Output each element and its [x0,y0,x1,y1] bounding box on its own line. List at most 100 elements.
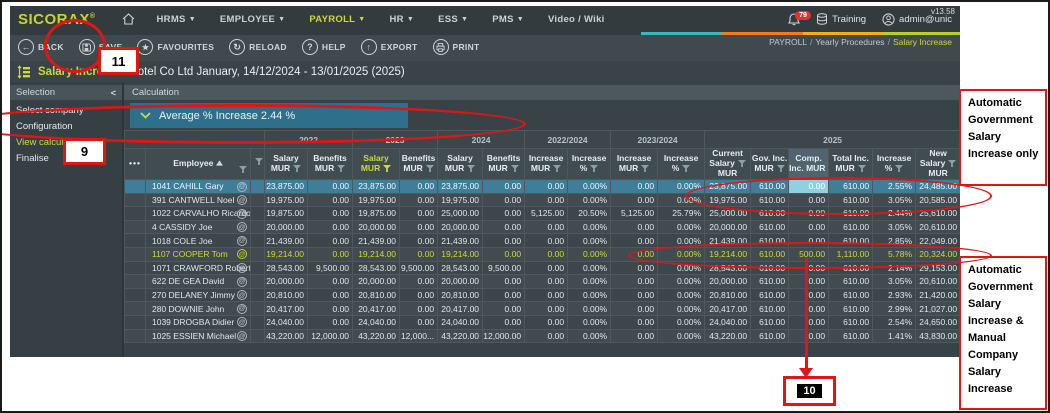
column-header-gov-inc-mur[interactable]: Gov. Inc. MUR [750,148,790,180]
nav-item-ess[interactable]: ESS ▼ [438,14,468,25]
grid-cell[interactable]: 5.78% [872,246,917,262]
reload-button[interactable]: ↻ RELOAD [229,39,287,55]
grid-cell[interactable]: 0.00% [657,328,706,344]
grid-cell[interactable]: 28,543.00 [437,260,484,276]
employee-cell[interactable]: 270 DELANEY Jimmy @ [145,287,251,303]
grid-cell[interactable]: 24,040.00 [437,314,484,330]
grid-cell[interactable]: 0.00 [788,301,830,316]
grid-cell[interactable]: 0.00 [307,233,354,248]
grid-cell[interactable]: 0.00 [610,260,659,276]
nav-item-payroll[interactable]: PAYROLL ▼ [309,14,365,25]
grid-cell[interactable]: 0.00 [524,274,569,289]
grid-cell[interactable]: 24,650.00 [915,314,960,330]
grid-cell[interactable]: 2.14% [872,260,917,276]
grid-cell[interactable]: 3.05% [872,192,917,208]
grid-cell[interactable]: 0.00 [788,328,830,344]
grid-cell[interactable]: 20,417.00 [437,301,484,316]
grid-cell[interactable]: 23,875.00 [704,179,752,194]
grid-cell[interactable]: 610.00 [750,260,790,276]
info-icon[interactable]: @ [237,263,247,274]
sidebar-item-select-company[interactable]: Select company [10,103,122,119]
grid-cell[interactable]: 0.00 [610,233,659,248]
filter-icon[interactable] [737,160,746,168]
back-button[interactable]: ← BACK [18,39,64,55]
grid-cell[interactable]: 0.00 [788,287,830,303]
average-increase-bar[interactable]: Average % Increase 2.44 % [130,103,408,128]
grid-cell[interactable]: 19,975.00 [437,192,484,208]
grid-cell[interactable]: 0.00 [482,206,526,221]
grid-cell[interactable]: 21,439.00 [352,233,401,248]
grid-cell[interactable]: 0.00% [567,287,612,303]
grid-cell[interactable]: 610.00 [828,179,874,194]
row-gutter-cell[interactable] [124,219,146,235]
filter-icon[interactable] [553,165,562,173]
grid-cell[interactable]: 0.00 [399,301,439,316]
selector-cell[interactable] [249,246,266,262]
grid-cell[interactable]: 610.00 [828,328,874,344]
nav-item-employee[interactable]: EMPLOYEE ▼ [220,14,285,25]
grid-cell[interactable]: 19,214.00 [264,246,309,262]
home-icon[interactable] [122,13,135,25]
grid-cell[interactable]: 0.00 [399,246,439,262]
favourites-button[interactable]: ★ FAVOURITES [137,39,214,55]
employee-cell[interactable]: 391 CANTWELL Noel @ [145,192,251,208]
employee-cell[interactable]: 1022 CARVALHO Ricardo @ [145,206,251,221]
filter-icon[interactable] [776,165,785,173]
grid-cell[interactable]: 0.00 [788,219,830,235]
grid-cell[interactable]: 20,810.00 [352,287,401,303]
grid-cell[interactable]: 2.99% [872,301,917,316]
grid-cell[interactable]: 20.50% [567,206,612,221]
employee-cell[interactable]: 1107 COOPER Tom @ [145,246,251,262]
grid-cell[interactable]: 2.55% [872,179,917,194]
filter-icon[interactable] [425,165,434,173]
filter-icon[interactable] [255,158,263,166]
grid-cell[interactable]: 0.00% [657,260,706,276]
row-gutter-cell[interactable] [124,179,146,194]
grid-cell[interactable]: 0.00 [610,287,659,303]
grid-cell[interactable]: 12,000... [399,328,439,344]
grid-cell[interactable]: 28,543.00 [704,260,752,276]
filter-icon[interactable] [337,165,346,173]
grid-cell[interactable]: 0.00% [657,314,706,330]
row-gutter-cell[interactable] [124,233,146,248]
grid-cell[interactable]: 23,875.00 [352,179,401,194]
grid-cell[interactable]: 0.00 [399,287,439,303]
grid-cell[interactable]: 610.00 [750,192,790,208]
grid-cell[interactable]: 19,214.00 [704,246,752,262]
grid-cell[interactable]: 0.00 [610,328,659,344]
grid-cell[interactable]: 0.00% [567,233,612,248]
grid-cell[interactable]: 610.00 [750,206,790,221]
help-button[interactable]: ? HELP [301,39,346,55]
grid-cell[interactable]: 19,975.00 [264,192,309,208]
grid-cell[interactable]: 0.00 [307,274,354,289]
grid-cell[interactable]: 0.00 [524,179,569,194]
grid-cell[interactable]: 0.00 [307,179,354,194]
grid-cell[interactable]: 0.00 [788,192,830,208]
grid-cell[interactable]: 20,417.00 [352,301,401,316]
grid-cell[interactable]: 0.00% [657,246,706,262]
filter-icon[interactable] [510,165,519,173]
column-header-total-inc-mur[interactable]: Total Inc. MUR [828,148,874,180]
employee-cell[interactable]: 1039 DROGBA Didier @ [145,314,251,330]
employee-cell[interactable]: 280 DOWNIE John @ [145,301,251,316]
column-header-benefits-mur[interactable]: Benefits MUR [482,148,526,180]
grid-cell[interactable]: 610.00 [828,260,874,276]
info-icon[interactable]: @ [237,235,247,246]
grid-cell[interactable]: 20,000.00 [264,274,309,289]
grid-cell[interactable]: 25,610.00 [915,206,960,221]
grid-cell[interactable]: 2.85% [872,233,917,248]
grid-cell[interactable]: 0.00 [399,219,439,235]
breadcrumb-item[interactable]: Yearly Procedures [815,37,884,47]
employee-cell[interactable]: 1071 CRAWFORD Robert @ [145,260,251,276]
grid-cell[interactable]: 0.00 [788,179,830,194]
grid-cell[interactable]: 0.00 [399,233,439,248]
grid-cell[interactable]: 0.00 [788,314,830,330]
filter-icon[interactable] [239,166,247,174]
grid-cell[interactable]: 610.00 [750,287,790,303]
grid-cell[interactable]: 23,875.00 [437,179,484,194]
grid-cell[interactable]: 24,040.00 [264,314,309,330]
grid-cell[interactable]: 0.00% [567,314,612,330]
grid-cell[interactable]: 24,040.00 [704,314,752,330]
grid-cell[interactable]: 43,220.00 [264,328,309,344]
grid-cell[interactable]: 0.00 [307,206,354,221]
